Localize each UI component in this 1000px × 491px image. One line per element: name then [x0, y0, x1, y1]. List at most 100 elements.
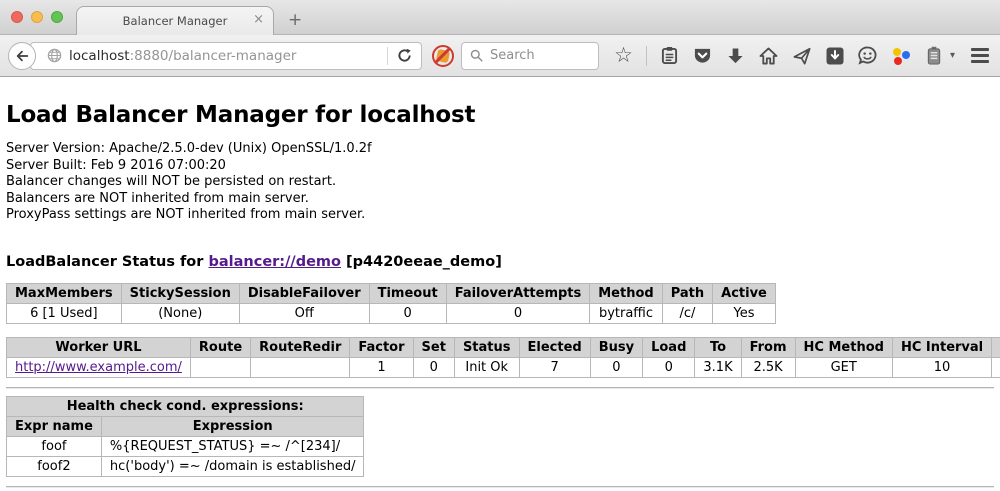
column-header: Status: [454, 337, 519, 357]
url-domain: localhost: [69, 48, 130, 64]
downloads-button[interactable]: [725, 45, 746, 67]
title-bar: Balancer Manager × +: [0, 0, 1000, 35]
server-version-line: Server Version: Apache/2.5.0-dev (Unix) …: [6, 141, 994, 158]
clipboard-button[interactable]: [659, 45, 680, 67]
star-icon: ☆: [614, 45, 633, 66]
worker-table: Worker URL Route RouteRedir Factor Set S…: [6, 337, 1000, 378]
balancer-settings-table: MaxMembers StickySession DisableFailover…: [6, 283, 776, 324]
menu-button[interactable]: [971, 48, 989, 63]
health-check-table: Health check cond. expressions: Expr nam…: [6, 396, 364, 477]
health-table-title: Health check cond. expressions:: [7, 396, 364, 416]
balancer-demo-link[interactable]: balancer://demo: [208, 254, 341, 270]
home-button[interactable]: [758, 45, 779, 67]
new-tab-button[interactable]: +: [288, 12, 302, 29]
download-box-button[interactable]: [824, 45, 845, 67]
send-page-button[interactable]: [791, 45, 812, 67]
server-info: Server Version: Apache/2.5.0-dev (Unix) …: [6, 141, 994, 224]
loadbalancer-status-heading: LoadBalancer Status for balancer://demo …: [6, 254, 994, 270]
toolbar-icons: ☆: [613, 45, 955, 67]
table-row: 6 [1 Used] (None) Off 0 0 bytraffic /c/ …: [7, 303, 776, 323]
column-header: Timeout: [369, 283, 446, 303]
column-header: Set: [413, 337, 454, 357]
pocket-button[interactable]: [692, 45, 713, 67]
url-bar[interactable]: localhost:8880/balancer-manager: [30, 42, 422, 70]
cell-to: 3.1K: [695, 357, 741, 377]
cell-path: /c/: [662, 303, 712, 323]
bookmark-star-button[interactable]: ☆: [613, 45, 634, 67]
colored-dots-extension-button[interactable]: [890, 45, 911, 67]
column-header: Route: [190, 337, 250, 357]
download-arrow-icon: [727, 47, 744, 65]
cell-from: 2.5K: [741, 357, 795, 377]
table-title-row: Health check cond. expressions:: [7, 396, 364, 416]
table-row: foof2 hc('body') =~ /domain is establish…: [7, 456, 364, 476]
page-bottom-divider: [6, 486, 994, 488]
back-arrow-icon: [14, 48, 30, 64]
window-zoom-button[interactable]: [51, 11, 63, 23]
cell-status: Init Ok: [454, 357, 519, 377]
section-divider: [6, 387, 994, 389]
url-path: :8880/balancer-manager: [130, 48, 297, 64]
cell-set: 0: [413, 357, 454, 377]
page-title: Load Balancer Manager for localhost: [6, 102, 994, 128]
smiley-icon: [858, 46, 877, 65]
pocket-icon: [693, 47, 712, 65]
navigation-toolbar: localhost:8880/balancer-manager Search ☆: [0, 35, 1000, 77]
panel-extension-button[interactable]: [923, 45, 944, 67]
table-header-row: Worker URL Route RouteRedir Factor Set S…: [7, 337, 1000, 357]
column-header: Active: [713, 283, 776, 303]
cell-method: bytraffic: [590, 303, 662, 323]
noscript-blocked-icon[interactable]: [432, 45, 454, 67]
cell-worker-url: http://www.example.com/: [7, 357, 191, 377]
cell-elected: 7: [519, 357, 590, 377]
cell-factor: 1: [350, 357, 413, 377]
tab-balancer-manager[interactable]: Balancer Manager ×: [76, 6, 274, 35]
toolbar-divider: [646, 46, 647, 66]
table-row: foof %{REQUEST_STATUS} =~ /^[234]/: [7, 436, 364, 456]
back-button[interactable]: [8, 42, 36, 70]
url-text[interactable]: localhost:8880/balancer-manager: [69, 48, 387, 64]
window-close-button[interactable]: [11, 11, 23, 23]
column-header: HC Interval: [892, 337, 991, 357]
traffic-lights: [11, 11, 63, 23]
tab-title: Balancer Manager: [123, 14, 228, 28]
column-header: Busy: [590, 337, 642, 357]
window-minimize-button[interactable]: [31, 11, 43, 23]
column-header: Method: [590, 283, 662, 303]
persist-notice-line: Balancer changes will NOT be persisted o…: [6, 174, 994, 191]
reload-button[interactable]: [388, 48, 421, 63]
inherit-notice-line: Balancers are NOT inherited from main se…: [6, 191, 994, 208]
column-header: Path: [662, 283, 712, 303]
server-built-line: Server Built: Feb 9 2016 07:00:20: [6, 158, 994, 175]
emoji-button[interactable]: [857, 45, 878, 67]
column-header: DisableFailover: [239, 283, 369, 303]
site-identity-globe-icon: [47, 48, 62, 63]
worker-url-link[interactable]: http://www.example.com/: [15, 360, 182, 375]
column-header: FailoverAttempts: [446, 283, 590, 303]
cell-route: [190, 357, 250, 377]
cell-expression: %{REQUEST_STATUS} =~ /^[234]/: [101, 436, 364, 456]
column-header: RouteRedir: [251, 337, 350, 357]
clipboard-icon: [661, 46, 678, 65]
table-header-row: Expr name Expression: [7, 416, 364, 436]
cell-busy: 0: [590, 357, 642, 377]
column-header: StickySession: [121, 283, 239, 303]
colored-dots-icon: [892, 47, 910, 65]
home-icon: [759, 47, 778, 65]
browser-window: Balancer Manager × + localhost:8880/bala…: [0, 0, 1000, 491]
column-header: Factor: [350, 337, 413, 357]
cell-expression: hc('body') =~ /domain is established/: [101, 456, 364, 476]
overflow-caret-icon[interactable]: ▾: [950, 50, 955, 61]
table-header-row: MaxMembers StickySession DisableFailover…: [7, 283, 776, 303]
column-header: MaxMembers: [7, 283, 122, 303]
column-header: To: [695, 337, 741, 357]
tab-close-icon[interactable]: ×: [253, 13, 264, 26]
download-box-icon: [826, 47, 844, 65]
column-header: Load: [643, 337, 695, 357]
column-header: Expr name: [7, 416, 102, 436]
column-header: HC Method: [795, 337, 892, 357]
cell-hc-method: GET: [795, 357, 892, 377]
cell-stickysession: (None): [121, 303, 239, 323]
search-input[interactable]: Search: [461, 42, 599, 70]
cell-disablefailover: Off: [239, 303, 369, 323]
